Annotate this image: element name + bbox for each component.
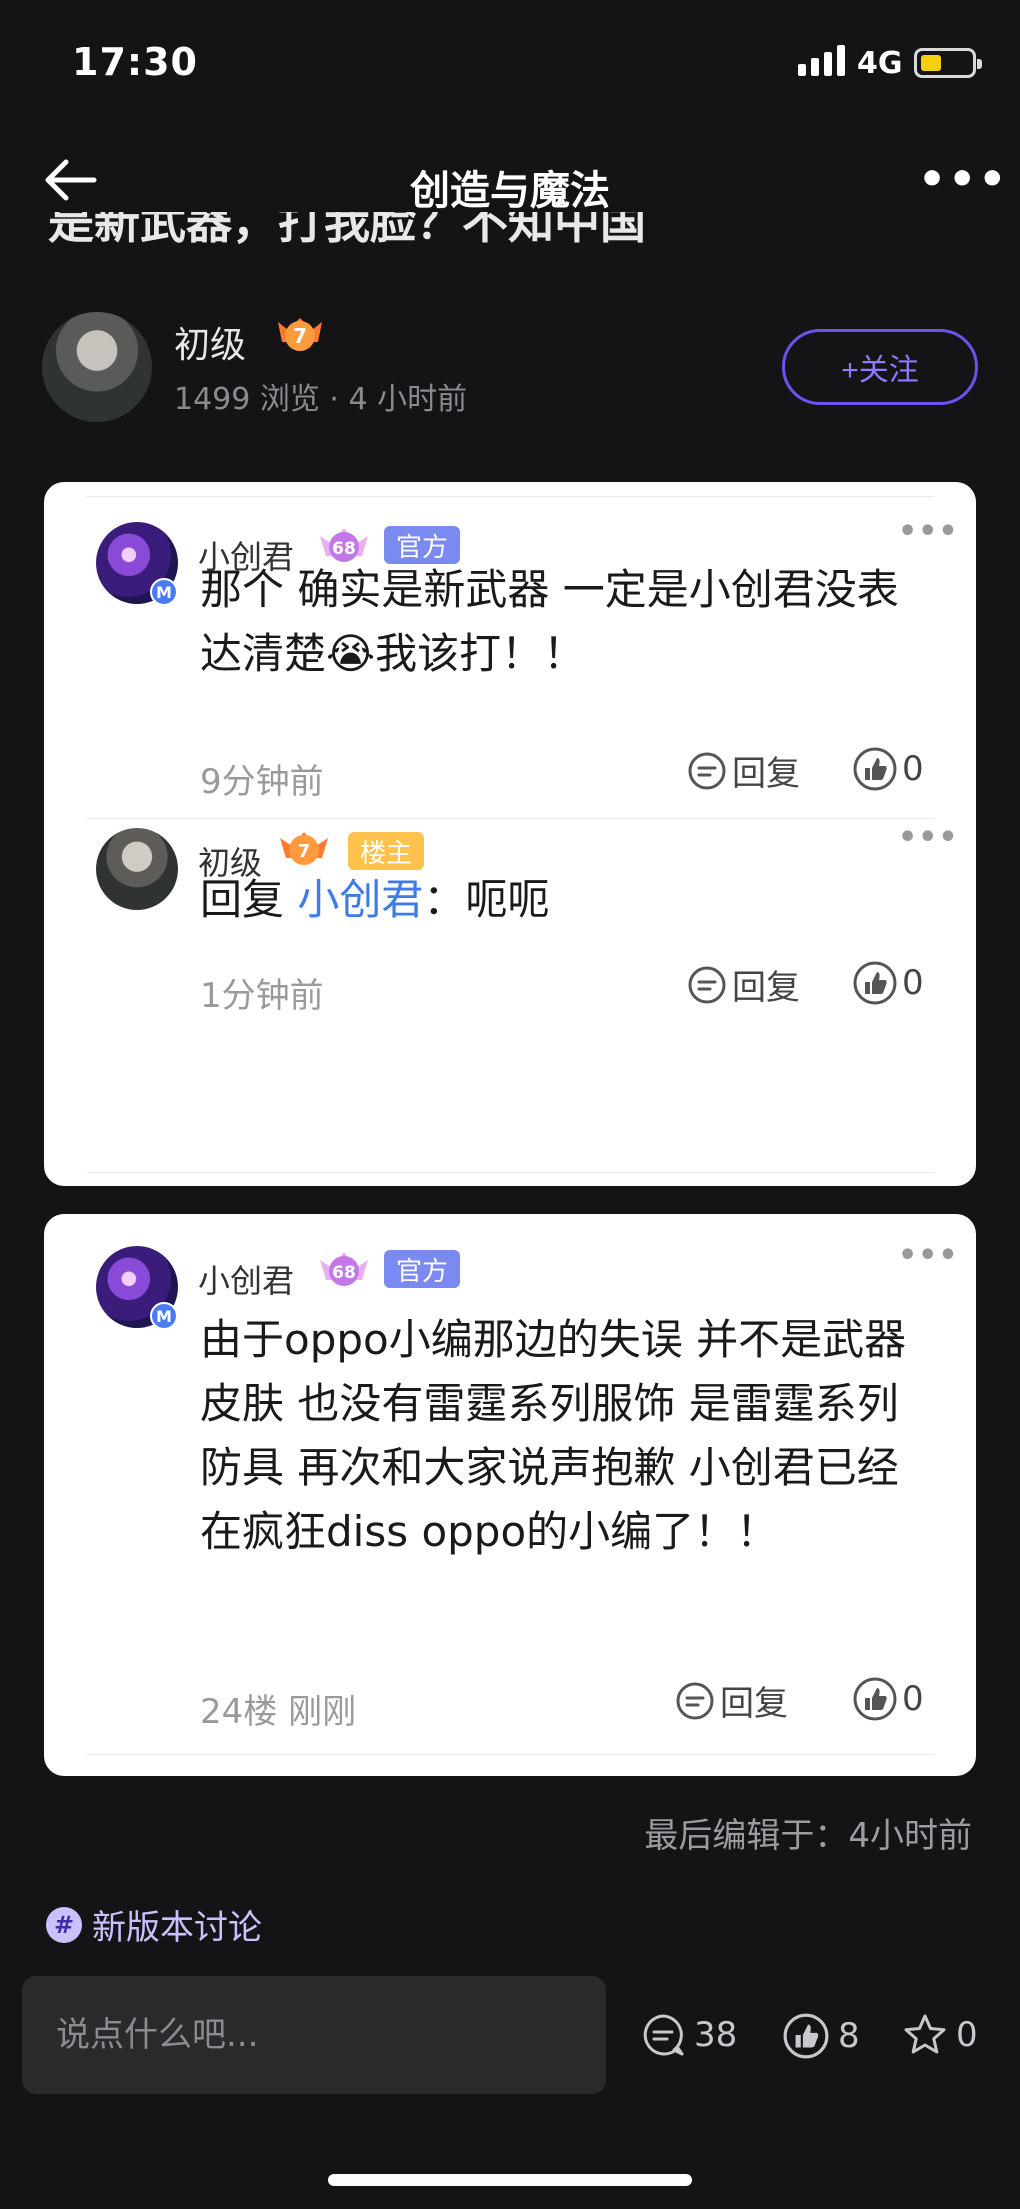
thumbs-up-icon [853, 1677, 897, 1721]
commenter-avatar[interactable] [96, 828, 178, 910]
status-time: 17:30 [72, 40, 198, 84]
more-options-icon[interactable]: ••• [918, 154, 1008, 205]
home-indicator [328, 2174, 692, 2186]
like-post-button[interactable]: 8 [782, 2012, 860, 2060]
reply-icon [688, 752, 726, 789]
topic-tag[interactable]: # 新版本讨论 [46, 1900, 262, 1949]
network-type: 4G [857, 46, 903, 81]
favorite-button[interactable]: 0 [902, 2012, 978, 2058]
signal-icon [798, 44, 845, 76]
divider [86, 818, 934, 819]
reply-icon [688, 966, 726, 1003]
comment-text: 由于oppo小编那边的失误 并不是武器皮肤 也没有雷霆系列服饰 是雷霆系列防具 … [200, 1315, 907, 1556]
thumbs-up-icon [783, 2013, 829, 2059]
post-text-peek: 是新武器，打我脸？不知中国 [48, 212, 646, 249]
level-badge-icon: 7 [278, 318, 322, 351]
comment-more-icon[interactable]: ••• [898, 820, 959, 855]
owner-tag: 楼主 [348, 832, 425, 870]
comment-floor-time: 24楼 刚刚 [200, 1692, 357, 1732]
like-count: 0 [902, 963, 924, 1003]
comment-count: 38 [694, 2015, 738, 2055]
author-avatar[interactable] [42, 312, 152, 422]
page-title: 创造与魔法 [410, 168, 610, 214]
comment-time: 9分钟前 [200, 762, 324, 802]
comments-button[interactable]: 38 [640, 2012, 737, 2058]
reply-prefix: 回复 [200, 875, 298, 924]
favorite-count: 0 [956, 2015, 978, 2055]
star-icon [904, 2014, 946, 2054]
official-tag: 官方 [384, 1250, 461, 1288]
author-row: 初级 7 1499 浏览 · 4 小时前 +关注 [42, 312, 992, 422]
like-button[interactable]: 0 [852, 746, 924, 792]
like-count: 8 [838, 2016, 860, 2056]
reply-label: 回复 [720, 1684, 788, 1724]
official-m-icon: M [150, 578, 178, 606]
comment-more-icon[interactable]: ••• [898, 1238, 959, 1273]
comment-text: 回复 小创君：呃呃 [200, 868, 940, 932]
comment-time: 1分钟前 [200, 976, 324, 1016]
author-name[interactable]: 初级 [174, 316, 246, 368]
topic-label: 新版本讨论 [92, 1908, 262, 1948]
follow-button[interactable]: +关注 [782, 329, 978, 405]
level-number: 7 [293, 324, 307, 348]
level-badge-icon: 7 [280, 832, 328, 865]
reply-button[interactable]: 回复 [686, 960, 800, 1009]
like-count: 0 [902, 749, 924, 789]
reply-button[interactable]: 回复 [674, 1676, 788, 1725]
mention-link[interactable]: 小创君 [297, 875, 423, 924]
comment-input[interactable] [22, 1976, 606, 2094]
divider [86, 1172, 934, 1173]
reply-label: 回复 [732, 754, 800, 794]
level-badge-icon: 68 [320, 1252, 368, 1286]
divider [86, 1754, 934, 1755]
official-m-icon: M [150, 1302, 178, 1330]
thumbs-up-icon [853, 747, 897, 791]
reply-label: 回复 [732, 968, 800, 1008]
level-number: 68 [332, 1263, 356, 1283]
like-button[interactable]: 0 [852, 1676, 924, 1722]
reply-button[interactable]: 回复 [686, 746, 800, 795]
comment-card: M 小创君 68 官方 ••• 那个 确实是新武器 一定是小创君没表达清楚😭我该… [44, 482, 976, 1186]
battery-icon [914, 48, 982, 78]
comment-icon [643, 2014, 684, 2056]
like-count: 0 [902, 1679, 924, 1719]
bottom-bar: 38 8 0 [0, 1976, 1020, 2096]
level-number: 7 [298, 841, 311, 862]
divider [86, 496, 934, 497]
like-button[interactable]: 0 [852, 960, 924, 1006]
last-edited: 最后编辑于：4小时前 [644, 1816, 972, 1856]
thumbs-up-icon [853, 961, 897, 1005]
nav-bar: 创造与魔法 ••• [0, 140, 1020, 220]
reply-icon [676, 1682, 714, 1719]
level-number: 68 [332, 539, 356, 559]
reply-body: ：呃呃 [423, 875, 550, 924]
comment-more-icon[interactable]: ••• [898, 514, 959, 549]
commenter-name[interactable]: 小创君 [198, 1256, 294, 1302]
status-bar: 17:30 4G [0, 0, 1020, 120]
comment-text: 那个 确实是新武器 一定是小创君没表达清楚😭我该打！！ [200, 565, 899, 678]
hashtag-icon: # [46, 1906, 82, 1943]
author-meta: 1499 浏览 · 4 小时前 [174, 382, 468, 417]
comment-card: M 小创君 68 官方 ••• 由于oppo小编那边的失误 并不是武器皮肤 也没… [44, 1214, 976, 1776]
